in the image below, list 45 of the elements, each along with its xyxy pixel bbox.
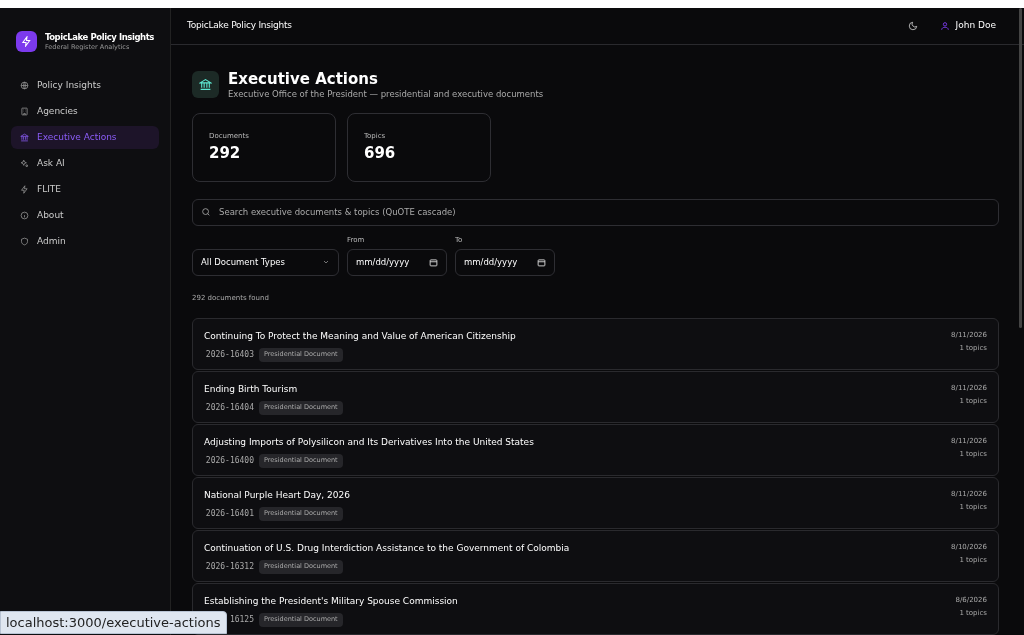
status-url-tooltip: localhost:3000/executive-actions	[0, 610, 227, 634]
document-title: Establishing the President's Military Spouse Commission	[204, 595, 458, 609]
stat-value: 292	[209, 143, 242, 163]
nav-item[interactable]: Admin	[11, 230, 159, 253]
document-id: 2026-16312	[204, 560, 254, 573]
info-icon	[20, 211, 29, 220]
building-icon	[20, 107, 29, 116]
moon-icon[interactable]	[907, 21, 918, 31]
calendar-icon	[537, 257, 546, 267]
document-title: Continuing To Protect the Meaning and Value of American Citizenship	[204, 330, 516, 344]
document-id: 2026-16404	[204, 401, 254, 414]
document-type-dropdown[interactable]: All Document Types	[192, 248, 339, 276]
page-subtitle: Executive Office of the President — presidential and executive documents	[228, 88, 544, 100]
sparkles-icon	[20, 159, 29, 168]
nav-item[interactable]: About	[11, 204, 159, 227]
calendar-icon	[429, 257, 438, 267]
header-title: TopicLake Policy Insights	[187, 19, 292, 33]
document-id: 2026-16401	[204, 507, 254, 520]
search-field[interactable]: Search executive documents & topics (QuOTE cascade)	[192, 198, 999, 226]
lightning-icon	[20, 185, 29, 194]
scrollbar-thumb[interactable]	[1019, 8, 1022, 328]
nav-item[interactable]: Policy Insights	[11, 74, 159, 97]
document-title: National Purple Heart Day, 2026	[204, 489, 350, 503]
nav-item[interactable]: Ask AI	[11, 152, 159, 175]
nav-item[interactable]: Executive Actions	[11, 126, 159, 149]
app-logo-icon	[16, 31, 37, 52]
landmark-icon	[20, 133, 29, 142]
user-name[interactable]: John Doe	[955, 19, 996, 33]
document-id: 2026-16403	[204, 348, 254, 361]
landmark-icon	[192, 71, 219, 99]
document-title: Adjusting Imports of Polysilicon and Its Derivatives Into the United States	[204, 436, 534, 450]
document-title: Continuation of U.S. Drug Interdiction Assistance to the Government of Colombia	[204, 542, 570, 556]
nav-item[interactable]: FLITE	[11, 178, 159, 201]
nav-item[interactable]: Agencies	[11, 100, 159, 123]
page-title: Executive Actions	[228, 70, 379, 89]
document-title: Ending Birth Tourism	[204, 383, 299, 397]
from-date-field[interactable]: mm/dd/yyyy	[347, 248, 447, 276]
app-name: TopicLake Policy Insights	[44, 32, 154, 43]
stat-value: 696	[364, 143, 397, 163]
globe-icon	[20, 81, 29, 90]
to-date-field[interactable]: mm/dd/yyyy	[455, 248, 555, 276]
search-icon	[201, 207, 211, 218]
document-id: 2026-16400	[204, 454, 254, 467]
shield-icon	[20, 237, 29, 246]
user-icon[interactable]	[939, 21, 950, 31]
